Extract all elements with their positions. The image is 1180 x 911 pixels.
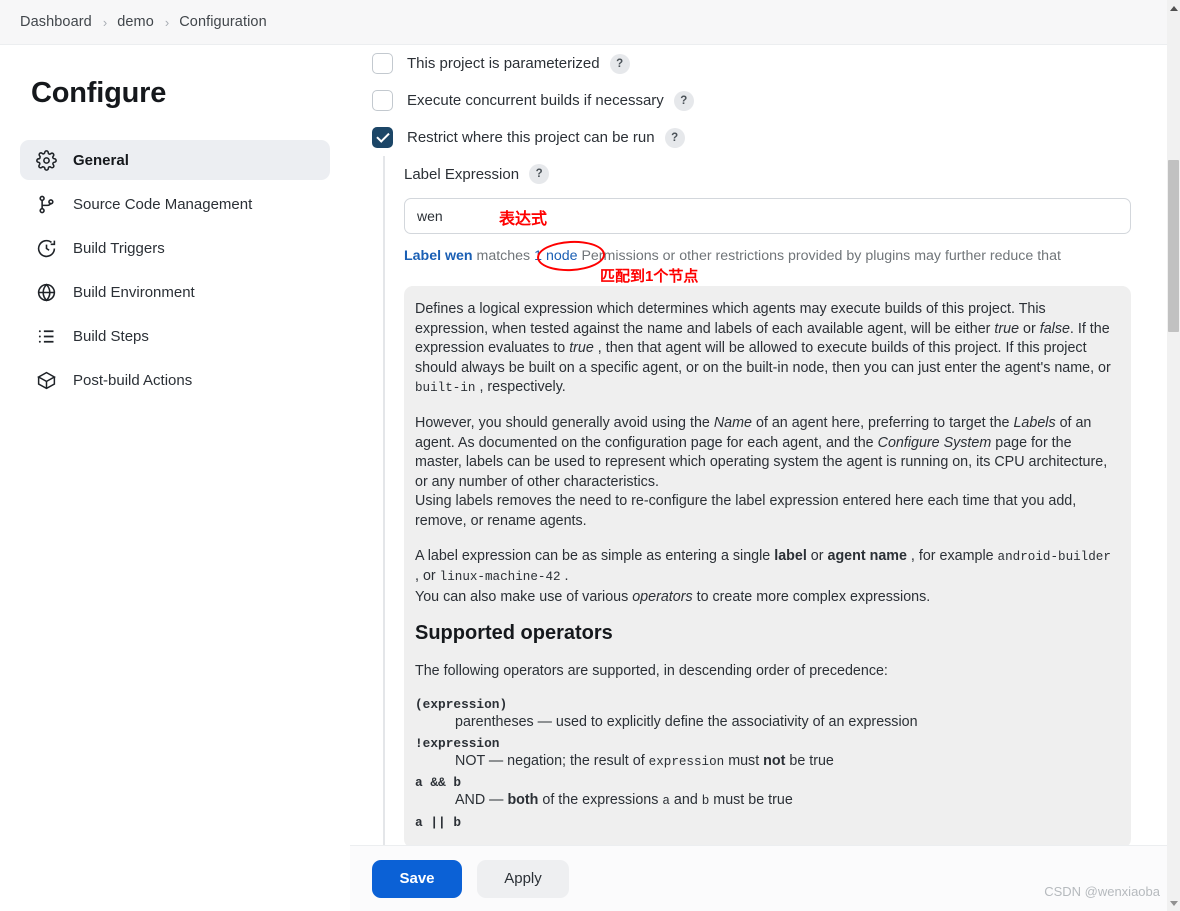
help-paragraph-2: However, you should generally avoid usin… bbox=[415, 414, 1108, 529]
label-expression-header: Label Expression ? bbox=[404, 158, 1167, 190]
operator-desc-not: NOT — negation; the result of expression… bbox=[455, 752, 834, 769]
globe-icon bbox=[34, 280, 58, 304]
label-expression-input[interactable] bbox=[404, 198, 1131, 234]
sidebar: Configure General Source Code Management… bbox=[0, 45, 350, 911]
matched-node-link[interactable]: 1 node bbox=[534, 248, 577, 264]
operator-term-and: a && b bbox=[415, 775, 462, 791]
checkbox-row-parameterized: This project is parameterized ? bbox=[372, 45, 1167, 82]
label-expression-section: Label Expression ? 表达式 Label wen matches… bbox=[383, 156, 1167, 845]
scrollbar-thumb[interactable] bbox=[1168, 160, 1179, 332]
checkbox-label: Execute concurrent builds if necessary bbox=[407, 92, 664, 109]
checkbox-row-restrict-where-run: Restrict where this project can be run ? bbox=[372, 119, 1167, 156]
sidebar-item-label: Source Code Management bbox=[73, 195, 253, 213]
label-expression-help-panel: Defines a logical expression which deter… bbox=[404, 286, 1131, 845]
help-icon[interactable]: ? bbox=[609, 53, 630, 74]
operator-term-parentheses: (expression) bbox=[415, 696, 508, 712]
main-content: This project is parameterized ? Execute … bbox=[350, 45, 1167, 845]
sidebar-nav: General Source Code Management Build Tri… bbox=[20, 140, 330, 400]
clock-icon bbox=[34, 236, 58, 260]
sidebar-item-source-code-management[interactable]: Source Code Management bbox=[20, 184, 330, 224]
sidebar-item-general[interactable]: General bbox=[20, 140, 330, 180]
help-icon[interactable]: ? bbox=[529, 164, 550, 184]
label-expression-input-wrap: 表达式 bbox=[404, 198, 1131, 234]
sidebar-item-build-steps[interactable]: Build Steps bbox=[20, 316, 330, 356]
operator-term-or: a || b bbox=[415, 814, 462, 830]
checkbox-execute-concurrent-builds[interactable] bbox=[372, 90, 393, 111]
checkbox-label: Restrict where this project can be run bbox=[407, 129, 655, 146]
supported-operators-heading: Supported operators bbox=[415, 622, 613, 645]
label-match-suffix: Permissions or other restrictions provid… bbox=[577, 248, 1061, 264]
annotation-matched-node-red-text: 匹配到1个节点 bbox=[600, 268, 699, 285]
configure-page: Dashboard › demo › Configuration Configu… bbox=[0, 0, 1180, 911]
package-icon bbox=[34, 368, 58, 392]
operator-desc-and: AND — both of the expressions a and b mu… bbox=[455, 792, 793, 809]
breadcrumb-item-configuration[interactable]: Configuration bbox=[179, 14, 267, 30]
label-match-status: Label wen matches 1 node Permissions or … bbox=[404, 239, 1134, 285]
breadcrumb-separator-icon: › bbox=[102, 14, 108, 30]
sidebar-item-label: Build Environment bbox=[73, 283, 195, 301]
checkbox-label: This project is parameterized bbox=[407, 55, 600, 72]
sidebar-item-build-triggers[interactable]: Build Triggers bbox=[20, 228, 330, 268]
sidebar-item-label: General bbox=[73, 151, 129, 169]
breadcrumb-separator-icon: › bbox=[164, 14, 170, 30]
operator-desc-parentheses: parentheses — used to explicitly define … bbox=[455, 713, 918, 730]
breadcrumb: Dashboard › demo › Configuration bbox=[0, 0, 1167, 45]
operators-intro: The following operators are supported, i… bbox=[415, 663, 888, 680]
label-expression-label: Label Expression bbox=[404, 165, 520, 183]
help-icon[interactable]: ? bbox=[664, 127, 685, 148]
help-icon[interactable]: ? bbox=[673, 90, 694, 111]
checkbox-restrict-where-project-can-be-run[interactable] bbox=[372, 127, 393, 148]
apply-button[interactable]: Apply bbox=[477, 859, 569, 898]
git-branch-icon bbox=[34, 192, 58, 216]
sidebar-item-label: Build Steps bbox=[73, 327, 149, 345]
page-scrollbar[interactable] bbox=[1167, 0, 1180, 911]
breadcrumb-item-dashboard[interactable]: Dashboard bbox=[20, 14, 92, 30]
operator-term-not: !expression bbox=[415, 735, 500, 751]
scroll-up-arrow-icon[interactable] bbox=[1167, 0, 1180, 16]
checkbox-this-project-is-parameterized[interactable] bbox=[372, 53, 393, 74]
sidebar-item-build-environment[interactable]: Build Environment bbox=[20, 272, 330, 312]
sidebar-item-label: Build Triggers bbox=[73, 239, 165, 257]
checkbox-row-concurrent-builds: Execute concurrent builds if necessary ? bbox=[372, 82, 1167, 119]
form-footer: Save Apply bbox=[350, 845, 1167, 911]
gear-icon bbox=[34, 148, 58, 172]
list-icon bbox=[34, 324, 58, 348]
label-match-middle: matches bbox=[472, 248, 535, 264]
label-match-prefix: Label wen bbox=[404, 248, 473, 264]
sidebar-item-post-build-actions[interactable]: Post-build Actions bbox=[20, 360, 330, 400]
help-paragraph-1: Defines a logical expression which deter… bbox=[415, 301, 1111, 396]
breadcrumb-item-demo[interactable]: demo bbox=[117, 14, 154, 30]
help-paragraph-3: A label expression can be as simple as e… bbox=[415, 547, 1111, 605]
save-button[interactable]: Save bbox=[372, 859, 462, 898]
scroll-down-arrow-icon[interactable] bbox=[1167, 895, 1180, 911]
page-title: Configure bbox=[31, 77, 167, 109]
sidebar-item-label: Post-build Actions bbox=[73, 371, 193, 389]
